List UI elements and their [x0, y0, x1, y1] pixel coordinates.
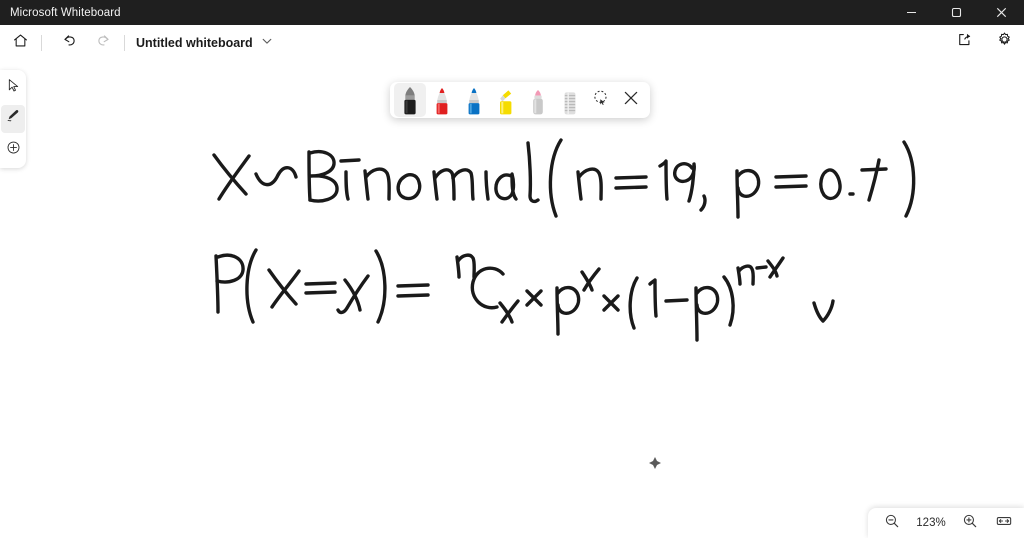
highlighter-yellow[interactable] [490, 83, 522, 117]
zoom-in-icon [962, 513, 978, 534]
eraser-icon [559, 85, 581, 117]
eraser-tool[interactable] [554, 83, 586, 117]
zoom-out-button[interactable] [880, 511, 904, 535]
highlighter-yellow-icon [495, 85, 517, 117]
home-icon [12, 32, 29, 54]
zoom-bar: 123% [868, 508, 1024, 538]
gear-icon [996, 31, 1013, 53]
minimize-button[interactable] [889, 0, 934, 25]
redo-button[interactable] [89, 29, 117, 57]
pen-icon [5, 108, 21, 129]
zoom-out-icon [884, 513, 900, 534]
redo-icon [95, 32, 112, 54]
cursor-arrow-icon [6, 78, 21, 98]
document-title-dropdown[interactable] [261, 34, 273, 52]
whiteboard-app: Microsoft Whiteboard Untitled whiteboard… [0, 0, 1024, 538]
fit-to-screen-icon [995, 512, 1013, 535]
undo-button[interactable] [55, 29, 83, 57]
close-icon [623, 90, 639, 111]
undo-icon [61, 32, 78, 54]
maximize-button[interactable] [934, 0, 979, 25]
app-toolbar: Untitled whiteboard [0, 25, 1024, 61]
sidebar-item-pen[interactable] [1, 104, 25, 133]
sidebar-item-add[interactable] [1, 136, 25, 164]
title-bar: Microsoft Whiteboard [0, 0, 1024, 25]
plus-circle-icon [6, 140, 21, 160]
sidebar-item-select[interactable] [1, 74, 25, 102]
window-controls [889, 0, 1024, 25]
tool-rail [0, 70, 26, 168]
pen-blue[interactable] [458, 83, 490, 117]
whiteboard-canvas[interactable]: X ∼ Binomial ( n = 19, p = 0.7 ) P ( X =… [0, 60, 1024, 538]
pen-black[interactable] [394, 83, 426, 117]
pen-blue-icon [463, 85, 485, 117]
lasso-select-button[interactable] [586, 83, 616, 117]
ink-line-1-text: X ∼ Binomial ( n = 19, p = 0.7 ) [0, 60, 1, 61]
chevron-down-icon [261, 34, 273, 52]
toolbar-right-actions [944, 28, 1018, 56]
lasso-select-icon [592, 89, 610, 112]
close-ink-toolbar-button[interactable] [616, 83, 646, 117]
pen-red-icon [431, 85, 453, 117]
pen-black-icon [399, 85, 421, 117]
close-button[interactable] [979, 0, 1024, 25]
share-button[interactable] [950, 28, 978, 56]
toolbar-divider-2 [124, 34, 125, 51]
zoom-level-label[interactable]: 123% [914, 517, 948, 529]
toolbar-divider-1 [41, 34, 42, 51]
ink-layer [212, 138, 916, 342]
pen-red[interactable] [426, 83, 458, 117]
fit-to-screen-button[interactable] [992, 511, 1016, 535]
share-icon [956, 31, 973, 53]
home-button[interactable] [6, 29, 34, 57]
document-title[interactable]: Untitled whiteboard [136, 36, 253, 50]
zoom-in-button[interactable] [958, 511, 982, 535]
ink-toolbar [390, 82, 650, 118]
pen-pink-icon [527, 85, 549, 117]
settings-button[interactable] [990, 28, 1018, 56]
pen-cursor-marker [648, 456, 662, 470]
pen-pink[interactable] [522, 83, 554, 117]
app-title: Microsoft Whiteboard [10, 6, 121, 19]
